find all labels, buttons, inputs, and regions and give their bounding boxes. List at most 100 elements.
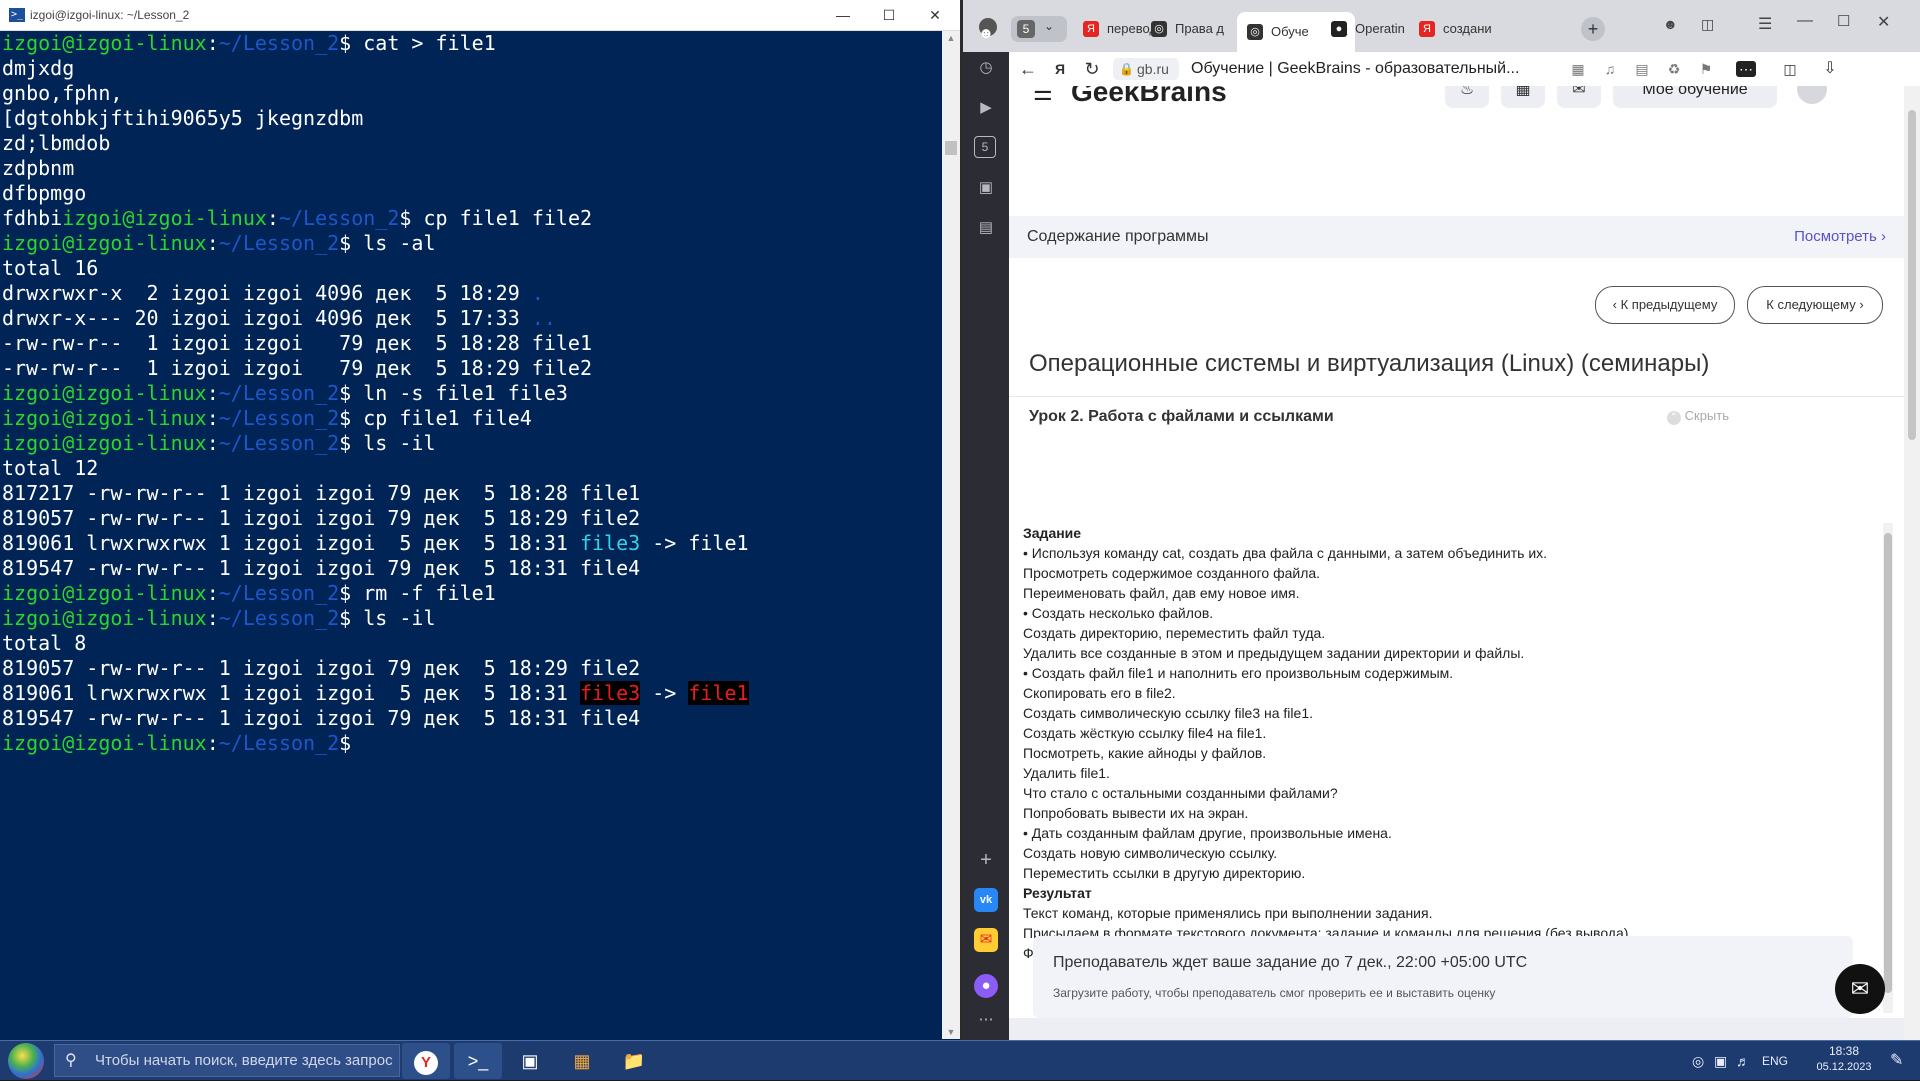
terminal-text: $ ls -al [339, 231, 436, 255]
volume-icon[interactable]: ♬ [1736, 1041, 1750, 1081]
display-icon[interactable]: ▣ [1714, 1041, 1727, 1081]
tabs-count-icon[interactable]: 5 [974, 136, 996, 158]
terminal-text: 819547 -rw-rw-r-- 1 izgoi izgoi 79 дек 5… [2, 706, 641, 730]
page-scrollbar[interactable] [1904, 86, 1920, 1040]
page-content[interactable]: ☰ GeekBrains ♨ ▦ ✉ Мое обучение Содержан… [1009, 86, 1920, 1040]
minimize-button[interactable]: — [1797, 12, 1813, 30]
chat-extension-icon[interactable]: ⋯ [1731, 52, 1761, 86]
notification-icon[interactable]: ✎ [1890, 1041, 1903, 1081]
network-icon[interactable]: ◎ [1692, 1041, 1704, 1081]
hamburger-icon[interactable]: ☰ [1033, 86, 1053, 106]
explorer-icon[interactable]: 📁 [610, 1043, 658, 1079]
terminal-line: 819057 -rw-rw-r-- 1 izgoi izgoi 79 дек 5… [0, 656, 942, 681]
gift-icon[interactable]: ▦ [1501, 86, 1545, 108]
terminal-titlebar[interactable]: >_ izgoi@izgoi-linux: ~/Lesson_2 — ☐ ✕ [0, 0, 960, 31]
chevron-right-icon: › [1859, 297, 1864, 312]
terminal-text: : [206, 581, 219, 605]
powershell-icon[interactable]: >_ [454, 1043, 502, 1079]
reload-icon[interactable]: ↻ [1077, 52, 1107, 86]
prev-button[interactable]: ‹ К предыдущему [1595, 286, 1735, 324]
new-tab-button[interactable]: + [1581, 17, 1605, 41]
site-chip[interactable]: 🔒 gb.ru [1113, 58, 1179, 80]
terminal-line: 819547 -rw-rw-r-- 1 izgoi izgoi 79 дек 5… [0, 706, 942, 731]
task-line: Переименовать файл, дав ему новое имя. [1023, 585, 1300, 601]
scroll-thumb[interactable] [1884, 533, 1892, 993]
terminal-text: [dgtohbkjftihi9065y5 jkegnzdbm [2, 106, 364, 130]
add-panel-icon[interactable]: + [974, 848, 998, 872]
terminal-output[interactable]: izgoi@izgoi-linux:~/Lesson_2$ cat > file… [0, 31, 942, 1039]
scroll-up-arrow-icon[interactable]: ▲ [942, 33, 960, 43]
terminal-scrollbar[interactable]: ▲ ▼ [942, 31, 960, 1039]
terminal-window[interactable]: >_ izgoi@izgoi-linux: ~/Lesson_2 — ☐ ✕ i… [0, 0, 960, 1040]
language-indicator[interactable]: ENG [1762, 1041, 1788, 1081]
next-button[interactable]: К следующему › [1747, 286, 1883, 324]
browser-window[interactable]: 5 ⌄ Яперевод◎Права д◎Обуче✕●OperatinЯсоз… [963, 0, 1920, 1040]
reader-icon[interactable]: ▤ [1627, 52, 1657, 86]
scroll-thumb[interactable] [1908, 110, 1916, 440]
virtualbox-icon[interactable]: ▣ [506, 1043, 554, 1079]
clock[interactable]: 18:38 05.12.2023 [1808, 1043, 1880, 1075]
logo[interactable]: GeekBrains [1071, 86, 1227, 108]
screenshot-icon[interactable]: ▣ [974, 176, 998, 200]
mail-icon[interactable]: ✉ [974, 928, 998, 952]
yandex-browser-icon[interactable]: Y [402, 1043, 450, 1079]
task-line: Создать директорию, переместить файл туд… [1023, 625, 1326, 641]
chevron-down-icon: ⌄ [1044, 19, 1055, 33]
taskbar-search[interactable]: ⚲ Чтобы начать поиск, введите здесь запр… [54, 1044, 400, 1077]
task-line: Удалить file1. [1023, 765, 1110, 781]
bookmark-icon[interactable]: ⚑ [1691, 52, 1721, 86]
chevron-left-icon: ‹ [1612, 297, 1617, 312]
terminal-text: $ ls -il [339, 606, 436, 630]
terminal-text: file1 [688, 681, 749, 705]
my-learning-button[interactable]: Мое обучение [1613, 86, 1777, 108]
play-icon[interactable]: ▶ [974, 96, 998, 120]
history-icon[interactable]: ◷ [974, 56, 998, 80]
extensions-icon[interactable]: ♻ [1659, 52, 1689, 86]
terminal-text: gnbo,fphn, [2, 81, 123, 105]
tab-counter[interactable]: 5 ⌄ [1011, 16, 1067, 42]
bell-icon[interactable]: ♨ [1445, 86, 1489, 108]
menu-icon[interactable]: ☰ [1758, 14, 1772, 34]
maximize-button[interactable]: ☐ [1837, 12, 1850, 30]
close-button[interactable]: ✕ [912, 0, 958, 30]
yandex-icon[interactable]: Я [1045, 52, 1075, 86]
close-button[interactable]: ✕ [1877, 12, 1890, 32]
maximize-button[interactable]: ☐ [866, 0, 912, 30]
minimize-button[interactable]: — [820, 0, 866, 30]
messages-icon[interactable]: ✉ [1557, 86, 1601, 108]
user-icon[interactable]: ☻ [974, 22, 998, 46]
prompt-path: ~/Lesson_2 [218, 606, 340, 630]
browser-tab[interactable]: ◎ Права д [1141, 14, 1235, 44]
chat-button[interactable]: ✉ [1835, 964, 1885, 1014]
terminal-line: total 8 [0, 631, 942, 656]
collections-icon[interactable]: ◫ [1701, 16, 1714, 33]
prompt-path: .. [531, 306, 556, 330]
apps-icon[interactable]: ▦ [1563, 52, 1593, 86]
more-icon[interactable]: ⋯ [974, 1008, 998, 1032]
terminal-line: dfbpmgo [0, 181, 942, 206]
scroll-thumb[interactable] [945, 141, 957, 155]
hide-button[interactable]: ⌃ Скрыть [1667, 408, 1729, 425]
back-icon[interactable]: ← [1013, 52, 1043, 86]
vk-icon[interactable]: vk [974, 888, 998, 912]
avatar[interactable] [1797, 86, 1827, 104]
download-icon[interactable]: ⇩ [1815, 52, 1845, 86]
url-input[interactable]: Обучение | GeekBrains - образовательный.… [1191, 52, 1519, 86]
site-header: ☰ GeekBrains ♨ ▦ ✉ Мое обучение [1009, 86, 1904, 216]
task-scrollbar[interactable] [1883, 523, 1893, 1013]
alice-icon[interactable]: ● [974, 974, 998, 998]
headphones-icon[interactable]: ♫ [1595, 52, 1625, 86]
scroll-down-arrow-icon[interactable]: ▼ [942, 1027, 960, 1037]
sidebar-toggle-icon[interactable]: ◫ [1775, 52, 1805, 86]
sublime-icon[interactable]: ▦ [558, 1043, 606, 1079]
browser-tab[interactable]: Ясоздани [1409, 14, 1507, 44]
notes-icon[interactable]: ▤ [974, 216, 998, 240]
program-link-text: Посмотреть [1794, 228, 1877, 245]
account-icon[interactable]: ☻ [1663, 16, 1678, 32]
chatgpt-icon: ◎ [1247, 24, 1263, 40]
start-button[interactable] [4, 1042, 50, 1080]
program-link[interactable]: Посмотреть › [1794, 216, 1886, 258]
terminal-text: dfbpmgo [2, 181, 87, 205]
terminal-line: izgoi@izgoi-linux:~/Lesson_2$ ln -s file… [0, 381, 942, 406]
prompt-user: izgoi@izgoi-linux [2, 381, 207, 405]
